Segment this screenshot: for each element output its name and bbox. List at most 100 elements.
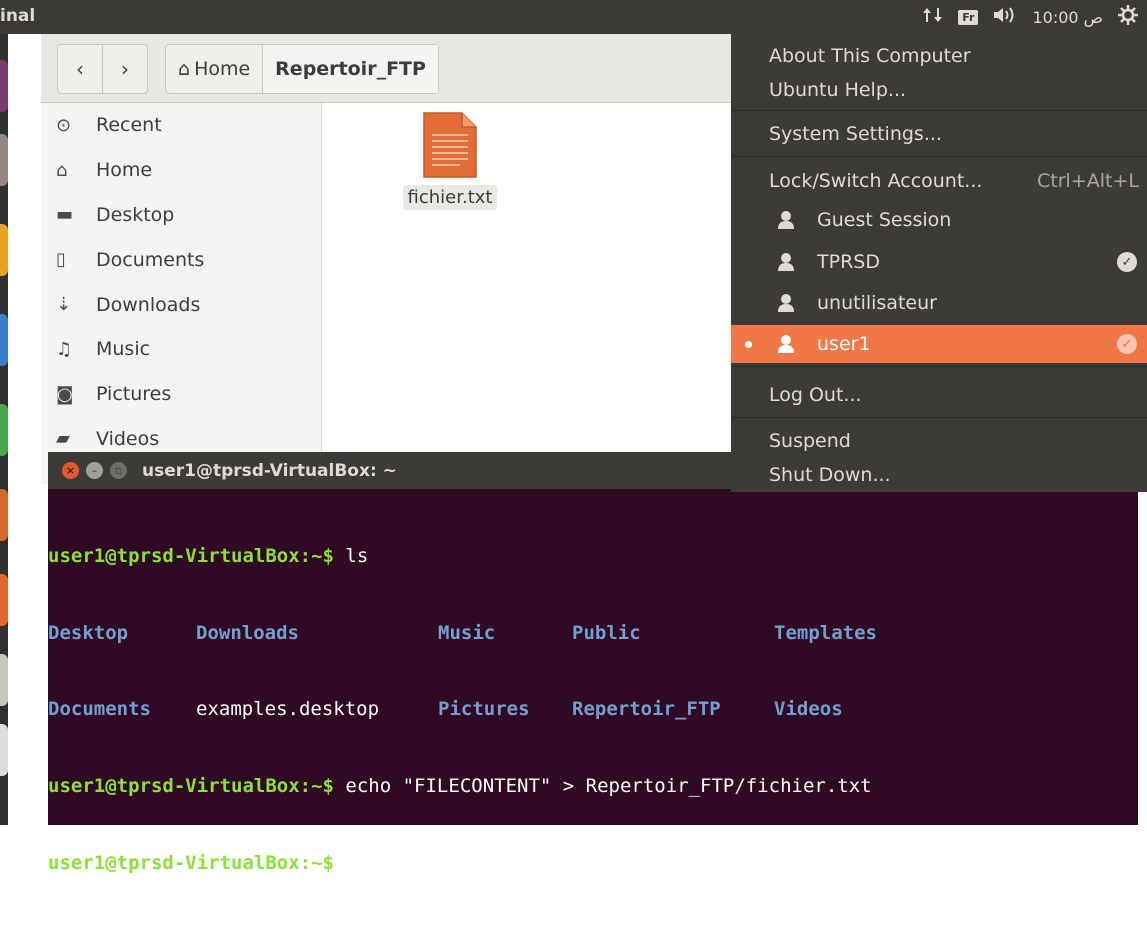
menu-help-label: Ubuntu Help... [769,79,907,101]
sidebar-item-label: Music [96,338,151,361]
menu-user-unutilisateur[interactable]: unutilisateur [731,284,1147,322]
chevron-right-icon: › [121,57,129,81]
text-cursor [346,850,361,875]
menu-logout-label: Log Out... [769,384,862,406]
video-icon: ▰ [56,428,70,450]
launcher-browser-icon[interactable] [0,60,8,112]
terminal-line-3: Documents examples.desktop Pictures Reperto… [48,697,1138,723]
maximize-button[interactable]: ▫ [110,462,127,479]
ls-entry: Templates [774,621,877,644]
launcher-files-icon[interactable] [0,134,8,186]
menu-separator [731,417,1147,418]
terminal-title: user1@tprsd-VirtualBox: ~ [142,460,397,481]
terminal-line-1: user1@tprsd-VirtualBox:~$ ls [48,544,1138,570]
active-session-bullet [745,340,752,348]
user-icon [777,210,795,230]
keyboard-layout-indicator[interactable]: Fr [958,9,979,25]
prompt: user1@tprsd-VirtualBox:~$ [48,774,334,797]
ls-entry: Documents [48,698,151,720]
ls-entry: Desktop [48,621,129,644]
command-input[interactable] [334,852,345,874]
ls-entry: Pictures [438,698,530,720]
close-button[interactable]: × [62,462,79,479]
menu-lock-label: Lock/Switch Account... [769,170,983,192]
menu-system-settings[interactable]: System Settings... [731,116,1147,152]
maximize-icon: ▫ [114,464,123,477]
system-menu: About This Computer Ubuntu Help... Syste… [731,34,1147,492]
user-icon [777,334,795,354]
terminal-line-4: user1@tprsd-VirtualBox:~$ echo "FILECONT… [48,774,1138,800]
sidebar-item-label: Videos [96,427,160,450]
home-icon: ⌂ [56,159,68,181]
nav-buttons: ‹ › [57,44,148,94]
menu-suspend[interactable]: Suspend [731,423,1147,459]
path-home[interactable]: ⌂ Home [166,45,264,93]
menu-user-user1[interactable]: user1 ✓ [731,325,1147,363]
user-icon [777,293,795,313]
command-echo: echo "FILECONTENT" > Repertoir_FTP/fichi… [333,774,872,797]
menu-about[interactable]: About This Computer [731,38,1147,74]
ls-entry: Public [572,621,641,644]
user-icon [777,252,795,272]
launcher-calc-icon[interactable] [0,404,8,456]
clock-icon: ⊙ [56,114,72,136]
menu-separator [731,156,1147,157]
camera-icon: ◙ [56,383,74,405]
file-name: fichier.txt [402,185,498,210]
launcher-firefox-icon[interactable] [0,224,8,276]
launcher-software-icon[interactable] [0,574,8,626]
menu-settings-label: System Settings... [769,123,942,145]
user-name: Guest Session [817,209,952,231]
sidebar-item-music[interactable]: ♫ Music [41,327,321,372]
panel-indicators: Fr 10:00 ص [922,0,1139,34]
sidebar-item-home[interactable]: ⌂ Home [41,148,321,193]
clock[interactable]: 10:00 ص [1032,8,1103,27]
system-gear-icon[interactable] [1117,4,1139,30]
network-arrows-icon[interactable] [922,6,944,28]
volume-icon[interactable] [992,6,1018,28]
launcher-terminal-icon[interactable] [0,724,8,776]
forward-button[interactable]: › [103,45,147,93]
folder-icon: ▬ [56,204,74,226]
file-item[interactable]: fichier.txt [391,111,509,210]
back-button[interactable]: ‹ [58,45,103,93]
menu-lock-shortcut: Ctrl+Alt+L [1037,170,1139,192]
path-current[interactable]: Repertoir_FTP [263,45,438,93]
sidebar-item-label: Home [96,159,153,182]
menu-lock-switch[interactable]: Lock/Switch Account... Ctrl+Alt+L [731,163,1147,199]
sidebar-item-desktop[interactable]: ▬ Desktop [41,193,321,238]
minimize-button[interactable]: – [86,462,103,479]
menu-shutdown-label: Shut Down... [769,464,891,486]
launcher-writer-icon[interactable] [0,314,8,366]
check-icon: ✓ [1117,252,1137,272]
prompt: user1@tprsd-VirtualBox:~$ [48,852,334,874]
sidebar-item-recent[interactable]: ⊙ Recent [41,103,321,148]
launcher-settings-icon[interactable] [0,654,8,706]
sidebar-item-label: Documents [96,248,205,271]
menu-about-label: About This Computer [769,45,971,67]
menu-shutdown[interactable]: Shut Down... [731,457,1147,493]
chevron-left-icon: ‹ [76,57,84,81]
sidebar-item-pictures[interactable]: ◙ Pictures [41,372,321,417]
menu-logout[interactable]: Log Out... [731,377,1147,413]
ls-entry: examples.desktop [196,698,380,720]
menu-help[interactable]: Ubuntu Help... [731,72,1147,108]
close-icon: × [65,464,76,477]
download-icon: ⇣ [56,294,72,316]
sidebar-item-documents[interactable]: ▯ Documents [41,237,321,282]
terminal-line-2: Desktop Downloads Music Public Templates [48,621,1138,647]
ls-entry: Videos [774,698,843,720]
menu-user-tprsd[interactable]: TPRSD ✓ [731,243,1147,281]
sidebar-item-downloads[interactable]: ⇣ Downloads [41,282,321,327]
terminal-output[interactable]: user1@tprsd-VirtualBox:~$ ls Desktop Down… [48,493,1138,875]
files-header: ‹ › ⌂ Home Repertoir_FTP [41,34,741,103]
terminal-window[interactable]: × – ▫ user1@tprsd-VirtualBox: ~ user1@tp… [48,452,1138,875]
launcher-impress-icon[interactable] [0,489,8,541]
menu-user-guest-session[interactable]: Guest Session [731,201,1147,239]
sidebar-item-label: Recent [96,114,162,137]
ls-entry: Downloads [196,621,299,644]
ls-entry: Repertoir_FTP [572,698,721,720]
terminal-line-5: user1@tprsd-VirtualBox:~$ [48,850,1138,876]
top-panel: inal Fr 10:00 ص [0,0,1147,34]
menu-separator [731,110,1147,111]
